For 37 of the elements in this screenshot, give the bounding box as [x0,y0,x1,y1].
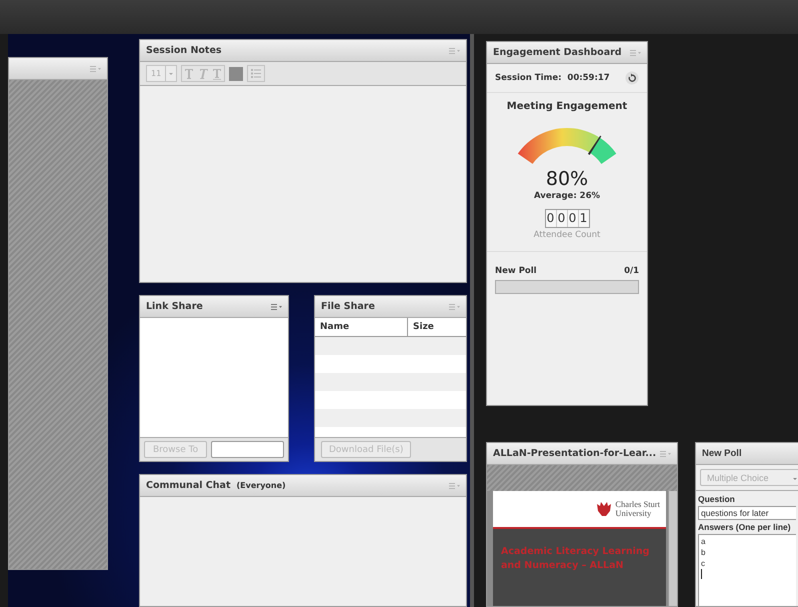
column-header[interactable]: Name [315,318,408,336]
tulip-logo-icon [596,502,612,516]
column-header[interactable]: Size [408,318,466,336]
text-color-swatch[interactable] [229,66,244,80]
scrollbar[interactable] [668,491,677,606]
bullet-list-icon[interactable] [247,65,266,82]
pod-title: Engagement Dashboard [493,47,622,58]
pod-title: Communal Chat [146,480,230,491]
engagement-percent: 80% [546,168,588,190]
average-engagement: Average: 26% [534,191,600,201]
poll-name: New Poll [495,266,537,276]
poll-count: 0/1 [624,266,639,276]
question-label: Question [698,494,736,504]
question-field[interactable]: questions for later [698,506,796,520]
pod-title: ALLaN-Presentation-for-Lear... [493,448,656,459]
pod-title: Session Notes [146,45,222,56]
slide-title: Academic Literacy Learning and Numeracy – ALLaN [500,545,650,573]
attendee-count-label: Attendee Count [534,230,600,240]
pod-title: Link Share [146,301,203,312]
university-logo-text: Charles Sturt University [615,500,660,518]
session-time: Session Time: 00:59:17 [495,73,610,83]
pod-menu-icon[interactable] [449,482,460,488]
pod-title: New Poll [702,448,742,459]
pod-menu-icon[interactable] [449,48,460,54]
answers-field[interactable]: a b c [698,534,796,606]
answers-label: Answers (One per line) [698,522,792,532]
pod-menu-icon[interactable] [90,66,101,72]
pod-title: File Share [321,301,375,312]
refresh-icon[interactable] [625,71,639,85]
pod-menu-icon[interactable] [660,450,671,456]
pod-menu-icon[interactable] [630,50,641,56]
chat-audience: (Everyone) [236,481,286,490]
pod-menu-icon[interactable] [449,304,460,310]
engagement-heading: Meeting Engagement [506,101,628,112]
attendee-counter: 0 0 0 1 [544,209,590,228]
pod-menu-icon[interactable] [271,304,282,310]
url-field[interactable] [211,441,284,458]
